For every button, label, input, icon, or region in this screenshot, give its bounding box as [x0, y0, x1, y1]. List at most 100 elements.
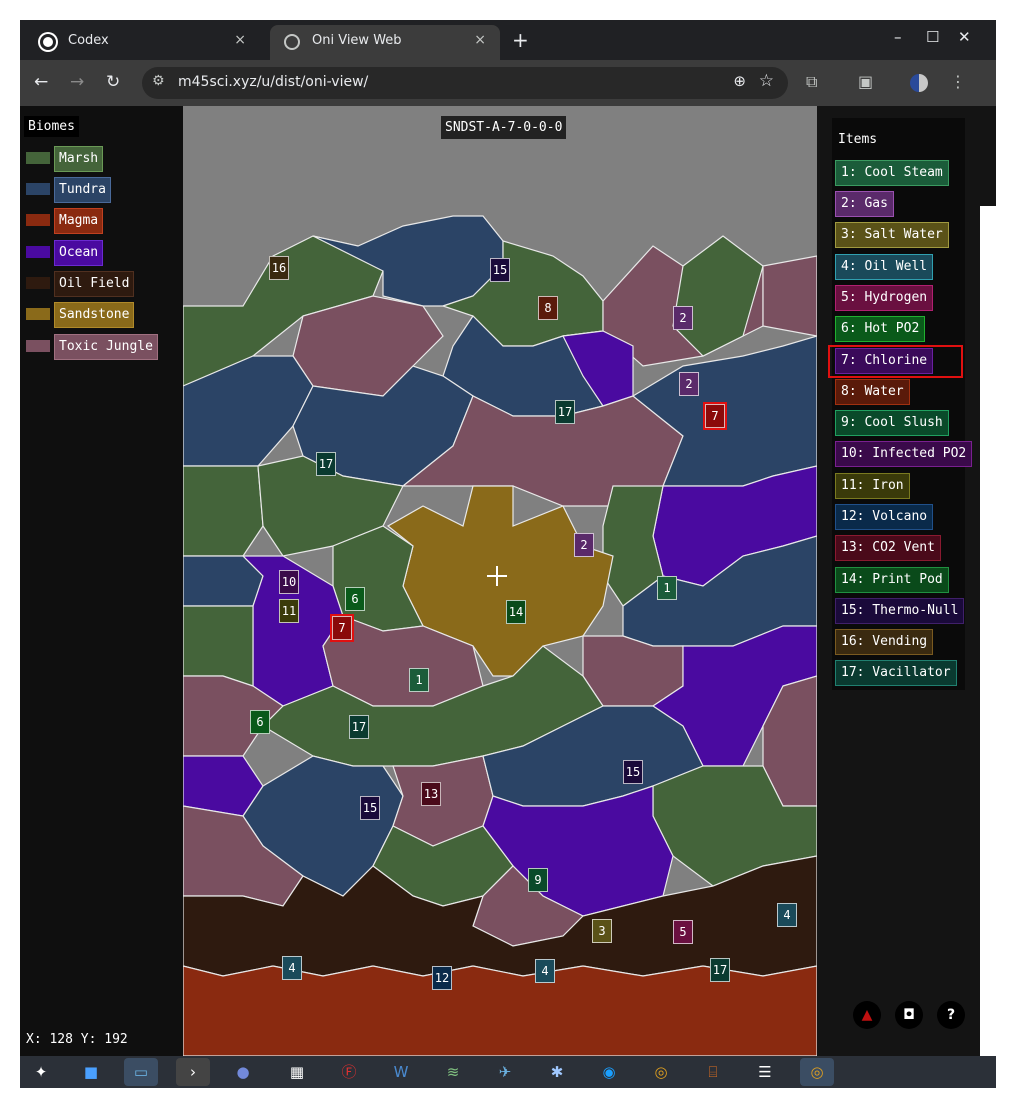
marker-print-pod[interactable]: 14 [506, 600, 526, 624]
item-print-pod[interactable]: 14: Print Pod [835, 567, 949, 593]
item-salt-water[interactable]: 3: Salt Water [835, 222, 949, 248]
forward-button[interactable]: → [70, 72, 84, 92]
marker-water[interactable]: 8 [538, 296, 558, 320]
new-tab-button[interactable]: + [512, 28, 529, 52]
marker-chlorine[interactable]: 7 [330, 614, 354, 642]
network-icon[interactable]: ≋ [436, 1058, 470, 1086]
reload-button[interactable]: ↻ [106, 72, 120, 92]
item-co2-vent[interactable]: 13: CO2 Vent [835, 535, 941, 561]
codex-icon [40, 34, 56, 50]
marker-chlorine[interactable]: 7 [703, 402, 727, 430]
filezilla-icon[interactable]: Ⓕ [332, 1058, 366, 1086]
extensions-icon[interactable]: ⧉ [806, 72, 817, 92]
marker-vacillator[interactable]: 17 [710, 958, 730, 982]
item-oil-well[interactable]: 4: Oil Well [835, 254, 934, 280]
marker-cool-steam[interactable]: 1 [657, 576, 677, 600]
mixer-icon[interactable]: ☰ [748, 1058, 782, 1086]
terminal-icon[interactable]: › [176, 1058, 210, 1086]
marker-infected-po2[interactable]: 10 [279, 570, 299, 594]
marker-gas[interactable]: 2 [673, 306, 693, 330]
marsh-region [183, 465, 264, 557]
item-gas[interactable]: 2: Gas [835, 191, 894, 217]
help-button[interactable]: ? [937, 1001, 965, 1029]
address-bar[interactable]: ⚙ m45sci.xyz/u/dist/oni-view/ ⊕ ☆ [142, 67, 788, 99]
marker-salt-water[interactable]: 3 [592, 919, 612, 943]
item-vacillator[interactable]: 17: Vacillator [835, 660, 957, 686]
item-thermo-null[interactable]: 15: Thermo-Null [835, 598, 965, 624]
biomes-title: Biomes [24, 116, 79, 137]
reading-list-icon[interactable]: ▣ [858, 72, 873, 91]
bookmark-star-icon[interactable]: ☆ [759, 71, 774, 91]
marker-vacillator[interactable]: 17 [316, 452, 336, 476]
calculator-icon[interactable]: ▦ [280, 1058, 314, 1086]
marker-co2-vent[interactable]: 13 [421, 782, 441, 806]
zoom-icon[interactable]: ⊕ [733, 72, 746, 90]
tab-label: Codex [68, 33, 109, 48]
marker-iron[interactable]: 11 [279, 599, 299, 623]
marker-volcano[interactable]: 12 [432, 966, 452, 990]
marker-cool-steam[interactable]: 1 [409, 668, 429, 692]
site-info-icon[interactable]: ⚙ [152, 73, 165, 89]
marker-cool-slush[interactable]: 9 [528, 868, 548, 892]
selected-item-highlight [828, 345, 963, 378]
writer-icon[interactable]: W [384, 1058, 418, 1086]
tab-label: Oni View Web [312, 33, 402, 48]
item-vending[interactable]: 16: Vending [835, 629, 934, 655]
marker-hot-po2[interactable]: 6 [345, 587, 365, 611]
item-iron[interactable]: 11: Iron [835, 473, 910, 499]
steam-icon[interactable]: ◉ [592, 1058, 626, 1086]
launcher-icon[interactable]: ✦ [24, 1058, 58, 1086]
biome-swatch [26, 246, 50, 258]
toxic-jungle-region [762, 255, 817, 337]
item-infected-po2[interactable]: 10: Infected PO2 [835, 441, 973, 467]
rocket-icon[interactable]: ▲ [853, 1001, 881, 1029]
marker-oil-well[interactable]: 4 [535, 959, 555, 983]
marker-thermo-null[interactable]: 15 [360, 796, 380, 820]
marker-vacillator[interactable]: 17 [555, 400, 575, 424]
url-text[interactable]: m45sci.xyz/u/dist/oni-view/ [178, 74, 368, 90]
marker-oil-well[interactable]: 4 [282, 956, 302, 980]
item-hydrogen[interactable]: 5: Hydrogen [835, 285, 934, 311]
discord-icon[interactable]: ● [226, 1058, 260, 1086]
close-window-button[interactable]: ✕ [958, 28, 971, 46]
marker-hydrogen[interactable]: 5 [673, 920, 693, 944]
profile-avatar[interactable] [910, 74, 928, 92]
tab-codex[interactable]: Codex × [26, 25, 260, 60]
back-button[interactable]: ← [34, 72, 48, 92]
close-tab-icon[interactable]: × [234, 32, 246, 48]
minimize-button[interactable]: – [894, 28, 902, 46]
item-water[interactable]: 8: Water [835, 379, 910, 405]
maximize-button[interactable]: ☐ [926, 28, 939, 46]
store-icon[interactable]: ■ [74, 1058, 108, 1086]
close-tab-icon[interactable]: × [474, 32, 486, 48]
chrome-active-icon[interactable]: ◎ [800, 1058, 834, 1086]
marker-thermo-null[interactable]: 15 [490, 258, 510, 282]
world-map[interactable]: SNDST-A-7-0-0-0 16 15 8 2 2 7 17 17 2 1 … [183, 106, 817, 1056]
biome-label: Oil Field [54, 271, 135, 297]
item-cool-slush[interactable]: 9: Cool Slush [835, 410, 949, 436]
marker-gas[interactable]: 2 [679, 372, 699, 396]
marker-vacillator[interactable]: 17 [349, 715, 369, 739]
camera-icon[interactable]: ◘ [895, 1001, 923, 1029]
marker-gas[interactable]: 2 [574, 533, 594, 557]
biome-swatch [26, 340, 50, 352]
biome-swatch [26, 152, 50, 164]
tab-oni-view[interactable]: Oni View Web × [270, 25, 500, 60]
biome-label: Sandstone [54, 302, 135, 328]
settings-app-icon[interactable]: ✱ [540, 1058, 574, 1086]
app-icon[interactable]: ✈ [488, 1058, 522, 1086]
hardware-app-icon[interactable]: ⌸ [696, 1058, 730, 1086]
marker-oil-well[interactable]: 4 [777, 903, 797, 927]
item-volcano[interactable]: 12: Volcano [835, 504, 934, 530]
biome-label: Toxic Jungle [54, 334, 158, 360]
item-hot-po2[interactable]: 6: Hot PO2 [835, 316, 926, 342]
chrome-icon[interactable]: ◎ [644, 1058, 678, 1086]
seed-label: SNDST-A-7-0-0-0 [441, 116, 567, 139]
item-cool-steam[interactable]: 1: Cool Steam [835, 160, 949, 186]
marker-vending[interactable]: 16 [269, 256, 289, 280]
files-icon[interactable]: ▭ [124, 1058, 158, 1086]
marker-thermo-null[interactable]: 15 [623, 760, 643, 784]
items-panel: Items 1: Cool Steam 2: Gas 3: Salt Water… [817, 106, 996, 1056]
marker-hot-po2[interactable]: 6 [250, 710, 270, 734]
menu-icon[interactable]: ⋮ [950, 72, 966, 91]
